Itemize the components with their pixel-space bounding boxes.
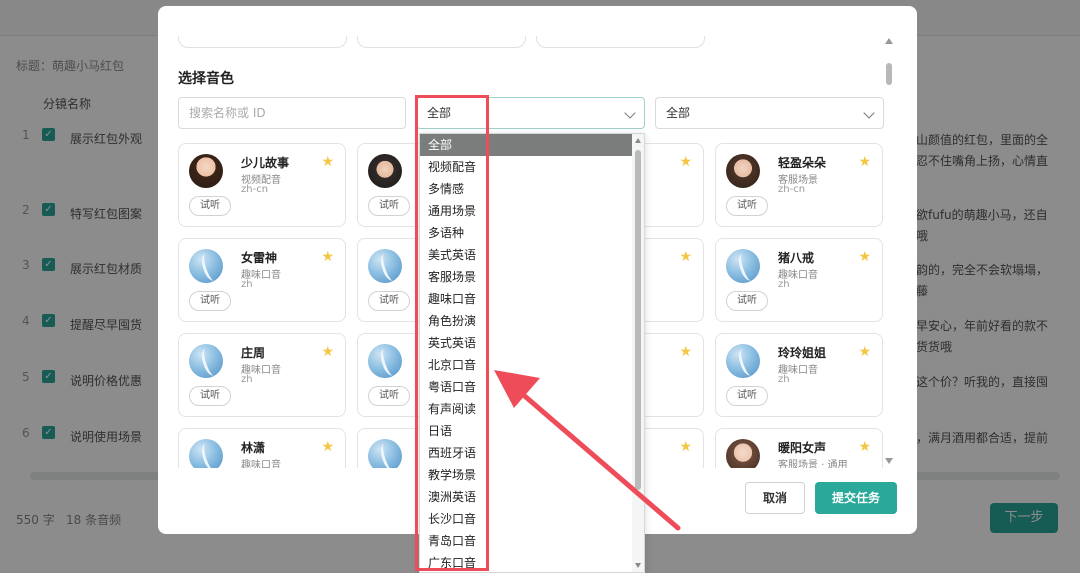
voice-avatar xyxy=(368,154,402,188)
voice-name: 林潇 xyxy=(241,441,266,455)
voice-card[interactable]: 轻盈朵朵 客服场景 zh-cn ★ 试听 xyxy=(715,143,883,227)
scroll-up-icon[interactable] xyxy=(885,38,893,44)
star-icon[interactable]: ★ xyxy=(321,439,334,455)
voice-search-input[interactable] xyxy=(178,97,406,129)
voice-avatar xyxy=(189,154,223,188)
dropdown-option[interactable]: 广东口音 xyxy=(420,552,632,572)
filter-select[interactable]: 全部 xyxy=(655,97,884,129)
category-select[interactable]: 全部 xyxy=(416,97,645,129)
voice-language: zh xyxy=(778,279,790,290)
preview-button[interactable]: 试听 xyxy=(726,291,768,311)
dropdown-option[interactable]: 英式英语 xyxy=(420,332,632,354)
voice-card[interactable]: 林潇趣味口音★试听 xyxy=(178,428,346,468)
scroll-up-icon[interactable] xyxy=(635,138,641,143)
chevron-down-icon xyxy=(624,107,636,119)
dropdown-option[interactable]: 教学场景 xyxy=(420,464,632,486)
cancel-button[interactable]: 取消 xyxy=(745,482,805,514)
field-stub xyxy=(178,36,347,48)
voice-language: zh xyxy=(778,374,790,385)
dropdown-option[interactable]: 美式英语 xyxy=(420,244,632,266)
voice-avatar xyxy=(189,249,223,283)
star-icon[interactable]: ★ xyxy=(679,439,692,455)
star-icon[interactable]: ★ xyxy=(321,344,334,360)
voice-language: zh xyxy=(241,279,253,290)
submit-task-button[interactable]: 提交任务 xyxy=(815,482,897,514)
preview-button[interactable]: 试听 xyxy=(189,291,231,311)
voice-language: zh xyxy=(241,374,253,385)
category-dropdown-list: 全部 视频配音 多情感 通用场景 多语种 美式英语 客服场景 趣味口音 角色扮演 英式英语 北京口音… xyxy=(419,133,645,573)
voice-avatar xyxy=(189,344,223,378)
dropdown-option[interactable]: 多情感 xyxy=(420,178,632,200)
scroll-down-icon[interactable] xyxy=(635,563,641,568)
voice-avatar xyxy=(368,439,402,468)
star-icon[interactable]: ★ xyxy=(679,249,692,265)
dropdown-option[interactable]: 青岛口音 xyxy=(420,530,632,552)
dropdown-option[interactable]: 全部 xyxy=(420,134,632,156)
dropdown-option[interactable]: 通用场景 xyxy=(420,200,632,222)
voice-avatar xyxy=(726,249,760,283)
star-icon[interactable]: ★ xyxy=(858,439,871,455)
vertical-scrollbar-thumb[interactable] xyxy=(886,63,892,85)
voice-avatar xyxy=(189,439,223,468)
voice-card[interactable]: 庄周 趣味口音 zh ★ 试听 xyxy=(178,333,346,417)
dropdown-option[interactable]: 有声阅读 xyxy=(420,398,632,420)
dropdown-option[interactable]: 趣味口音 xyxy=(420,288,632,310)
section-title: 选择音色 xyxy=(178,71,234,87)
star-icon[interactable]: ★ xyxy=(321,249,334,265)
voice-name: 猪八戒 xyxy=(778,251,815,265)
voice-name: 女雷神 xyxy=(241,251,278,265)
voice-avatar xyxy=(726,344,760,378)
voice-avatar xyxy=(726,439,760,468)
scroll-down-icon[interactable] xyxy=(885,458,893,464)
voice-name: 庄周 xyxy=(241,346,266,360)
filter-select-value: 全部 xyxy=(666,106,691,120)
voice-name: 玲玲姐姐 xyxy=(778,346,827,360)
voice-language: zh-cn xyxy=(241,184,269,195)
preview-button[interactable]: 试听 xyxy=(189,386,231,406)
star-icon[interactable]: ★ xyxy=(858,249,871,265)
voice-avatar xyxy=(368,344,402,378)
star-icon[interactable]: ★ xyxy=(321,154,334,170)
voice-card[interactable]: 暖阳女声客服场景 · 通用★试听 xyxy=(715,428,883,468)
category-select-value: 全部 xyxy=(427,106,452,120)
dropdown-option[interactable]: 多语种 xyxy=(420,222,632,244)
dropdown-option[interactable]: 西班牙语 xyxy=(420,442,632,464)
voice-category: 客服场景 · 通用 xyxy=(778,460,848,468)
preview-button[interactable]: 试听 xyxy=(726,386,768,406)
voice-card[interactable]: 玲玲姐姐 趣味口音 zh ★ 试听 xyxy=(715,333,883,417)
star-icon[interactable]: ★ xyxy=(679,344,692,360)
voice-card[interactable]: 少儿故事 视频配音 zh-cn ★ 试听 xyxy=(178,143,346,227)
voice-avatar xyxy=(726,154,760,188)
star-icon[interactable]: ★ xyxy=(858,344,871,360)
preview-button[interactable]: 试听 xyxy=(368,196,410,216)
star-icon[interactable]: ★ xyxy=(858,154,871,170)
voice-name: 轻盈朵朵 xyxy=(778,156,827,170)
voice-name: 暖阳女声 xyxy=(778,441,827,455)
dropdown-option[interactable]: 视频配音 xyxy=(420,156,632,178)
dropdown-option[interactable]: 粤语口音 xyxy=(420,376,632,398)
preview-button[interactable]: 试听 xyxy=(189,196,231,216)
dropdown-option[interactable]: 澳洲英语 xyxy=(420,486,632,508)
voice-card[interactable]: 猪八戒 趣味口音 zh ★ 试听 xyxy=(715,238,883,322)
voice-category: 趣味口音 xyxy=(241,460,281,468)
voice-card[interactable]: 女雷神 趣味口音 zh ★ 试听 xyxy=(178,238,346,322)
voice-avatar xyxy=(368,249,402,283)
dropdown-option[interactable]: 角色扮演 xyxy=(420,310,632,332)
field-stub xyxy=(357,36,526,48)
voice-name: 少儿故事 xyxy=(241,156,290,170)
dropdown-option[interactable]: 长沙口音 xyxy=(420,508,632,530)
dropdown-option[interactable]: 北京口音 xyxy=(420,354,632,376)
field-stub xyxy=(536,36,705,48)
dropdown-option[interactable]: 客服场景 xyxy=(420,266,632,288)
chevron-down-icon xyxy=(863,107,875,119)
voice-language: zh-cn xyxy=(778,184,806,195)
star-icon[interactable]: ★ xyxy=(679,154,692,170)
preview-button[interactable]: 试听 xyxy=(726,196,768,216)
preview-button[interactable]: 试听 xyxy=(368,386,410,406)
preview-button[interactable]: 试听 xyxy=(368,291,410,311)
dropdown-option[interactable]: 日语 xyxy=(420,420,632,442)
dropdown-scrollbar-thumb[interactable] xyxy=(635,150,641,490)
dropdown-scrollbar[interactable] xyxy=(632,134,644,572)
